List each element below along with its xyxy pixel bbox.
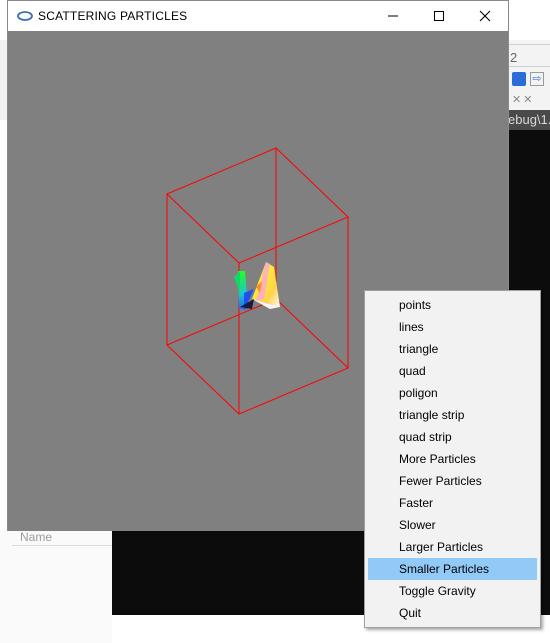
menu-item-quit[interactable]: Quit xyxy=(368,602,537,624)
menu-item-quad[interactable]: quad xyxy=(368,360,537,382)
minimize-button[interactable] xyxy=(370,1,416,31)
context-menu[interactable]: points lines triangle quad poligon trian… xyxy=(364,290,541,628)
menu-item-poligon[interactable]: poligon xyxy=(368,382,537,404)
menu-item-larger-particles[interactable]: Larger Particles xyxy=(368,536,537,558)
menu-item-toggle-gravity[interactable]: Toggle Gravity xyxy=(368,580,537,602)
minimize-icon xyxy=(388,15,398,17)
menu-item-lines[interactable]: lines xyxy=(368,316,537,338)
maximize-icon xyxy=(434,11,444,21)
close-button[interactable] xyxy=(462,1,508,31)
menu-item-fewer-particles[interactable]: Fewer Particles xyxy=(368,470,537,492)
title-bar[interactable]: SCATTERING PARTICLES xyxy=(8,1,508,31)
menu-item-more-particles[interactable]: More Particles xyxy=(368,448,537,470)
menu-item-slower[interactable]: Slower xyxy=(368,514,537,536)
save-icon[interactable] xyxy=(512,72,526,86)
forward-icon[interactable]: ⇨ xyxy=(530,72,544,86)
menu-item-smaller-particles[interactable]: Smaller Particles xyxy=(368,558,537,580)
window-title: SCATTERING PARTICLES xyxy=(38,9,188,23)
maximize-button[interactable] xyxy=(416,1,462,31)
particles xyxy=(234,262,280,311)
app-icon xyxy=(17,11,33,21)
wireframe-cube xyxy=(166,147,349,415)
menu-item-points[interactable]: points xyxy=(368,294,537,316)
background-panel xyxy=(0,530,112,643)
menu-item-faster[interactable]: Faster xyxy=(368,492,537,514)
background-title-text: ebug\1.e xyxy=(508,112,550,127)
menu-item-triangle-strip[interactable]: triangle strip xyxy=(368,404,537,426)
menu-item-quad-strip[interactable]: quad strip xyxy=(368,426,537,448)
menu-item-triangle[interactable]: triangle xyxy=(368,338,537,360)
background-tab-label: 2 xyxy=(510,50,518,65)
close-icon xyxy=(479,10,491,22)
toolbar-close-icons[interactable]: ✕✕ xyxy=(512,93,534,106)
